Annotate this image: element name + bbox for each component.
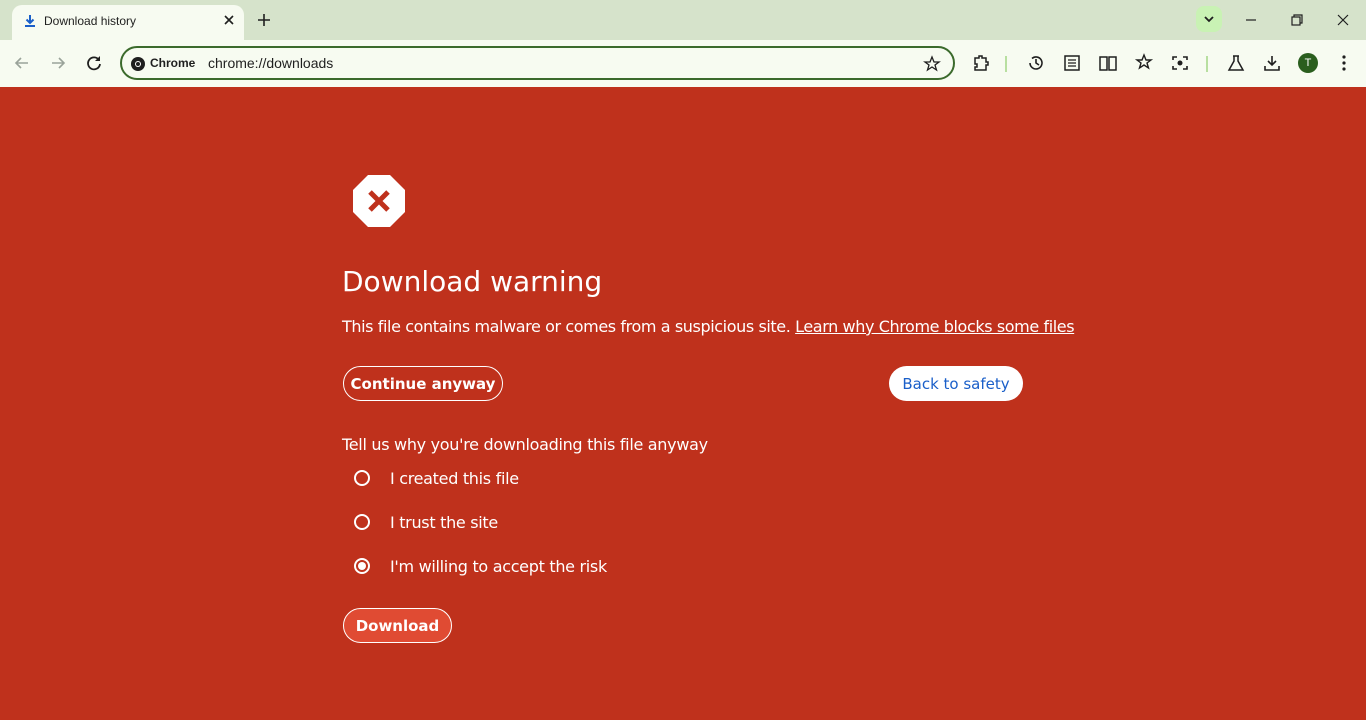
reason-prompt: Tell us why you're downloading this file… — [342, 435, 708, 454]
site-chip-label: Chrome — [150, 56, 196, 70]
page-title: Download warning — [342, 265, 603, 298]
more-menu-icon[interactable] — [1333, 52, 1355, 74]
tab-search-button[interactable] — [1196, 6, 1222, 32]
chrome-icon — [131, 57, 145, 71]
new-tab-icon[interactable] — [254, 10, 274, 30]
chevron-down-icon — [1204, 16, 1214, 23]
radio-label: I trust the site — [390, 512, 498, 532]
downloads-icon[interactable] — [1261, 52, 1283, 74]
radio-label: I created this file — [390, 468, 519, 488]
download-icon — [25, 15, 35, 27]
reason-option-created[interactable]: I created this file — [354, 466, 519, 490]
bookmarks-icon[interactable] — [1133, 52, 1155, 74]
restore-icon[interactable] — [1287, 10, 1307, 30]
learn-more-link[interactable]: Learn why Chrome blocks some files — [795, 317, 1074, 336]
history-icon[interactable] — [1025, 52, 1047, 74]
warning-description: This file contains malware or comes from… — [342, 317, 1075, 336]
danger-stop-icon — [353, 175, 405, 227]
forward-icon[interactable] — [47, 52, 69, 74]
radio-button[interactable] — [354, 470, 370, 486]
profile-avatar[interactable]: T — [1298, 53, 1318, 73]
labs-flask-icon[interactable] — [1225, 52, 1247, 74]
tab-download-history[interactable]: Download history — [12, 5, 244, 41]
radio-button[interactable] — [354, 514, 370, 530]
toolbar-separator — [1206, 56, 1208, 72]
reading-list-icon[interactable] — [1061, 52, 1083, 74]
extensions-icon[interactable] — [970, 52, 992, 74]
address-bar[interactable]: Chrome chrome://downloads — [120, 46, 955, 80]
back-icon[interactable] — [11, 52, 33, 74]
lens-icon[interactable] — [1169, 52, 1191, 74]
close-window-icon[interactable] — [1333, 10, 1353, 30]
toolbar-separator — [1005, 56, 1007, 72]
close-tab-icon[interactable] — [220, 11, 238, 29]
minimize-icon[interactable] — [1241, 10, 1261, 30]
tab-title: Download history — [44, 14, 137, 28]
url-text[interactable]: chrome://downloads — [208, 55, 333, 71]
reload-icon[interactable] — [83, 52, 105, 74]
tab-strip: Download history — [0, 0, 1366, 41]
description-text: This file contains malware or comes from… — [342, 317, 791, 336]
reason-option-trust[interactable]: I trust the site — [354, 510, 498, 534]
radio-label: I'm willing to accept the risk — [390, 556, 607, 576]
bookmark-star-icon[interactable] — [923, 55, 941, 73]
download-button[interactable]: Download — [343, 608, 452, 643]
toolbar: Chrome chrome://downloads T — [0, 40, 1366, 87]
radio-button-checked[interactable] — [354, 558, 370, 574]
reason-option-accept-risk[interactable]: I'm willing to accept the risk — [354, 554, 607, 578]
continue-anyway-button[interactable]: Continue anyway — [343, 366, 503, 401]
reading-mode-icon[interactable] — [1097, 52, 1119, 74]
back-to-safety-button[interactable]: Back to safety — [889, 366, 1023, 401]
download-warning-page: Download warning This file contains malw… — [0, 87, 1366, 720]
